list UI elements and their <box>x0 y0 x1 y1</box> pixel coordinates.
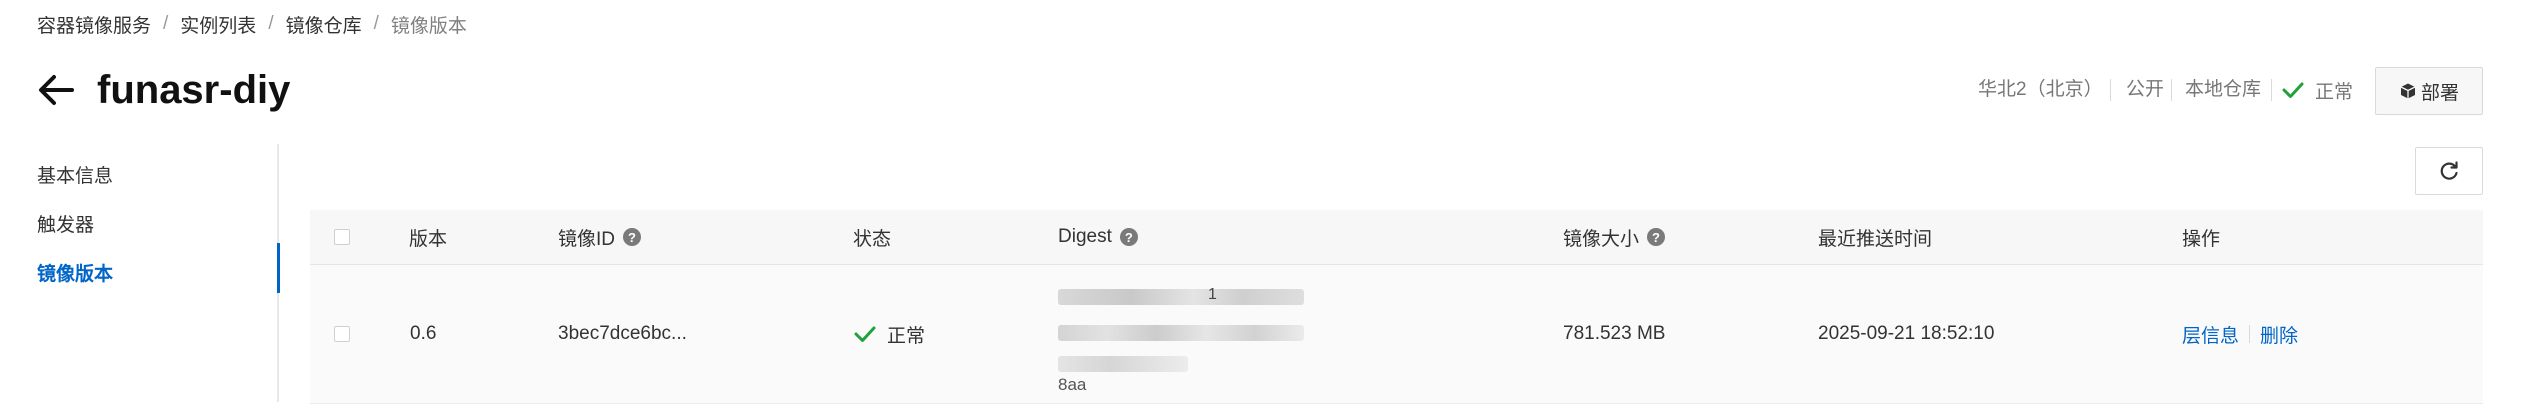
column-header-size: 镜像大小 ? <box>1563 210 1666 264</box>
row-size: 781.523 MB <box>1563 323 1666 344</box>
table-row: 0.6 3bec7dce6bc... 正常 1 8aa 781.523 MB 2… <box>310 265 2483 404</box>
side-nav-image-versions[interactable]: 镜像版本 <box>37 259 113 286</box>
layer-info-link[interactable]: 层信息 <box>2182 321 2239 348</box>
breadcrumb: 容器镜像服务 / 实例列表 / 镜像仓库 / 镜像版本 <box>37 10 467 38</box>
deploy-button-label: 部署 <box>2420 82 2459 104</box>
breadcrumb-item-instances[interactable]: 实例列表 <box>180 11 256 38</box>
digest-redacted: 1 <box>1058 286 1304 389</box>
check-icon <box>2282 82 2304 98</box>
meta-divider <box>2271 79 2272 101</box>
digest-visible-fragment: 1 <box>1208 286 1217 303</box>
column-header-actions: 操作 <box>2182 228 2221 250</box>
arrow-left-icon <box>39 75 74 105</box>
row-version: 0.6 <box>410 323 437 344</box>
cube-icon <box>2400 83 2416 99</box>
deploy-button[interactable]: 部署 <box>2375 67 2483 115</box>
breadcrumb-item-repositories[interactable]: 镜像仓库 <box>286 11 362 38</box>
help-icon[interactable]: ? <box>1119 228 1138 246</box>
column-header-pushed-time: 最近推送时间 <box>1818 228 1933 250</box>
refresh-button[interactable] <box>2415 147 2483 195</box>
digest-tail: 8aa <box>1058 375 1087 394</box>
table-header: 版本 镜像ID ? 状态 Digest ? 镜像大小 ? 最近推送时间 操作 <box>310 210 2483 265</box>
row-image-id: 3bec7dce6bc... <box>558 323 687 344</box>
refresh-icon <box>2440 161 2458 180</box>
side-nav-active-indicator <box>277 243 280 293</box>
repo-status-text: 正常 <box>2315 81 2354 103</box>
breadcrumb-separator: / <box>373 13 379 34</box>
action-divider <box>2249 325 2251 343</box>
breadcrumb-item-service[interactable]: 容器镜像服务 <box>37 11 151 38</box>
row-checkbox[interactable] <box>334 265 350 403</box>
breadcrumb-item-current: 镜像版本 <box>390 15 467 37</box>
image-versions-table: 版本 镜像ID ? 状态 Digest ? 镜像大小 ? 最近推送时间 操作 0… <box>310 210 2483 404</box>
side-nav-basic-info[interactable]: 基本信息 <box>37 161 113 188</box>
meta-divider <box>2171 79 2172 101</box>
column-header-status: 状态 <box>853 228 892 250</box>
select-all-checkbox[interactable] <box>334 210 350 264</box>
column-header-digest: Digest ? <box>1058 210 1138 264</box>
repo-type-label: 本地仓库 <box>2185 79 2262 100</box>
back-button[interactable] <box>34 68 78 112</box>
row-status-text: 正常 <box>887 325 926 347</box>
repo-status: 正常 <box>2281 76 2353 104</box>
check-icon <box>854 326 876 342</box>
row-actions: 层信息 删除 <box>2182 265 2298 403</box>
column-header-image-id: 镜像ID ? <box>558 210 642 264</box>
breadcrumb-separator: / <box>268 13 274 34</box>
column-header-version: 版本 <box>409 228 448 250</box>
help-icon[interactable]: ? <box>1647 228 1666 246</box>
help-icon[interactable]: ? <box>623 228 642 246</box>
page-title: funasr-diy <box>97 68 291 112</box>
visibility-label: 公开 <box>2126 79 2165 100</box>
delete-link[interactable]: 删除 <box>2260 321 2298 348</box>
meta-divider <box>2110 79 2111 101</box>
breadcrumb-separator: / <box>163 13 169 34</box>
region-label: 华北2（北京） <box>1978 79 2103 100</box>
row-status: 正常 <box>853 265 925 403</box>
row-pushed-time: 2025-09-21 18:52:10 <box>1818 323 1995 344</box>
side-nav-triggers[interactable]: 触发器 <box>37 210 94 237</box>
